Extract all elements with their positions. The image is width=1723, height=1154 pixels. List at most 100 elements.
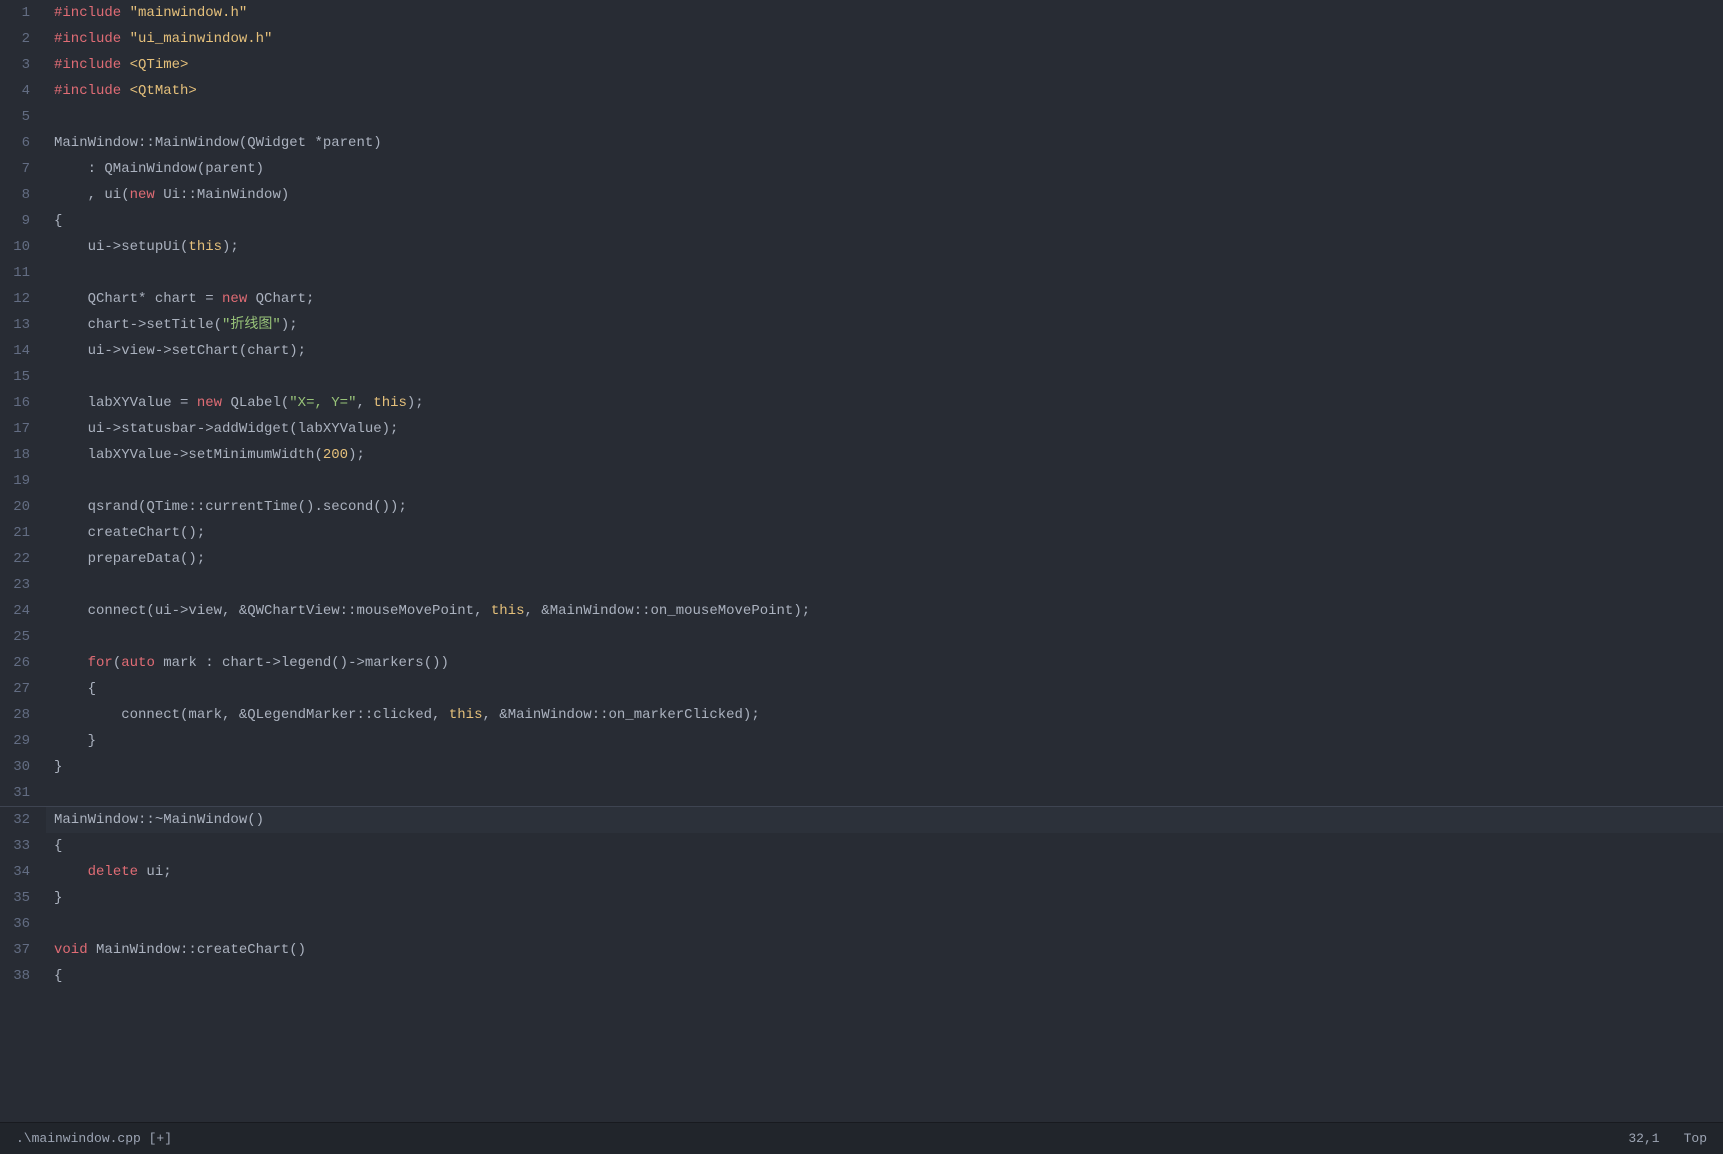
- table-row: 5: [0, 104, 1723, 130]
- code-area[interactable]: 1#include "mainwindow.h"2#include "ui_ma…: [0, 0, 1723, 1122]
- line-content[interactable]: [46, 468, 1723, 494]
- line-number: 24: [0, 598, 46, 624]
- table-row: 19: [0, 468, 1723, 494]
- table-row: 29 }: [0, 728, 1723, 754]
- line-number: 13: [0, 312, 46, 338]
- table-row: 12 QChart* chart = new QChart;: [0, 286, 1723, 312]
- line-number: 31: [0, 780, 46, 806]
- table-row: 17 ui->statusbar->addWidget(labXYValue);: [0, 416, 1723, 442]
- line-content[interactable]: chart->setTitle("折线图");: [46, 312, 1723, 338]
- line-content[interactable]: connect(ui->view, &QWChartView::mouseMov…: [46, 598, 1723, 624]
- line-number: 27: [0, 676, 46, 702]
- table-row: 36: [0, 911, 1723, 937]
- table-row: 3#include <QTime>: [0, 52, 1723, 78]
- line-number: 23: [0, 572, 46, 598]
- line-number: 19: [0, 468, 46, 494]
- line-number: 4: [0, 78, 46, 104]
- line-number: 30: [0, 754, 46, 780]
- line-number: 18: [0, 442, 46, 468]
- line-number: 22: [0, 546, 46, 572]
- line-content[interactable]: connect(mark, &QLegendMarker::clicked, t…: [46, 702, 1723, 728]
- table-row: 26 for(auto mark : chart->legend()->mark…: [0, 650, 1723, 676]
- line-content[interactable]: ui->statusbar->addWidget(labXYValue);: [46, 416, 1723, 442]
- line-number: 29: [0, 728, 46, 754]
- table-row: 4#include <QtMath>: [0, 78, 1723, 104]
- line-content[interactable]: #include "ui_mainwindow.h": [46, 26, 1723, 52]
- line-content[interactable]: qsrand(QTime::currentTime().second());: [46, 494, 1723, 520]
- table-row: 38{: [0, 963, 1723, 989]
- table-row: 8 , ui(new Ui::MainWindow): [0, 182, 1723, 208]
- line-content[interactable]: ui->setupUi(this);: [46, 234, 1723, 260]
- table-row: 1#include "mainwindow.h": [0, 0, 1723, 26]
- table-row: 16 labXYValue = new QLabel("X=, Y=", thi…: [0, 390, 1723, 416]
- table-row: 24 connect(ui->view, &QWChartView::mouse…: [0, 598, 1723, 624]
- line-content[interactable]: #include <QTime>: [46, 52, 1723, 78]
- line-content[interactable]: {: [46, 208, 1723, 234]
- table-row: 18 labXYValue->setMinimumWidth(200);: [0, 442, 1723, 468]
- cursor-position: 32,1: [1628, 1131, 1659, 1146]
- line-content[interactable]: QChart* chart = new QChart;: [46, 286, 1723, 312]
- line-number: 35: [0, 885, 46, 911]
- table-row: 28 connect(mark, &QLegendMarker::clicked…: [0, 702, 1723, 728]
- table-row: 10 ui->setupUi(this);: [0, 234, 1723, 260]
- filename-label: .\mainwindow.cpp [+]: [16, 1131, 172, 1146]
- line-number: 1: [0, 0, 46, 26]
- line-number: 2: [0, 26, 46, 52]
- line-number: 21: [0, 520, 46, 546]
- line-number: 15: [0, 364, 46, 390]
- line-content[interactable]: [46, 364, 1723, 390]
- line-content[interactable]: : QMainWindow(parent): [46, 156, 1723, 182]
- line-number: 33: [0, 833, 46, 859]
- table-row: 2#include "ui_mainwindow.h": [0, 26, 1723, 52]
- line-content[interactable]: }: [46, 885, 1723, 911]
- line-content[interactable]: }: [46, 728, 1723, 754]
- line-content[interactable]: {: [46, 833, 1723, 859]
- line-content[interactable]: ui->view->setChart(chart);: [46, 338, 1723, 364]
- line-content[interactable]: [46, 260, 1723, 286]
- line-content[interactable]: [46, 572, 1723, 598]
- line-content[interactable]: void MainWindow::createChart(): [46, 937, 1723, 963]
- line-number: 3: [0, 52, 46, 78]
- line-number: 7: [0, 156, 46, 182]
- line-content[interactable]: {: [46, 676, 1723, 702]
- table-row: 22 prepareData();: [0, 546, 1723, 572]
- scroll-position: Top: [1684, 1131, 1707, 1146]
- editor-container: 1#include "mainwindow.h"2#include "ui_ma…: [0, 0, 1723, 1154]
- line-content[interactable]: for(auto mark : chart->legend()->markers…: [46, 650, 1723, 676]
- line-content[interactable]: {: [46, 963, 1723, 989]
- table-row: 37void MainWindow::createChart(): [0, 937, 1723, 963]
- line-number: 5: [0, 104, 46, 130]
- line-content[interactable]: }: [46, 754, 1723, 780]
- table-row: 27 {: [0, 676, 1723, 702]
- table-row: 11: [0, 260, 1723, 286]
- table-row: 15: [0, 364, 1723, 390]
- line-number: 11: [0, 260, 46, 286]
- line-content[interactable]: labXYValue = new QLabel("X=, Y=", this);: [46, 390, 1723, 416]
- line-content[interactable]: #include <QtMath>: [46, 78, 1723, 104]
- table-row: 20 qsrand(QTime::currentTime().second())…: [0, 494, 1723, 520]
- line-content[interactable]: [46, 780, 1723, 806]
- line-number: 6: [0, 130, 46, 156]
- line-content[interactable]: MainWindow::~MainWindow(): [46, 807, 1723, 833]
- line-number: 16: [0, 390, 46, 416]
- line-content[interactable]: [46, 104, 1723, 130]
- line-number: 14: [0, 338, 46, 364]
- line-number: 36: [0, 911, 46, 937]
- line-content[interactable]: [46, 911, 1723, 937]
- line-number: 20: [0, 494, 46, 520]
- table-row: 13 chart->setTitle("折线图");: [0, 312, 1723, 338]
- line-number: 26: [0, 650, 46, 676]
- line-content[interactable]: labXYValue->setMinimumWidth(200);: [46, 442, 1723, 468]
- line-content[interactable]: [46, 624, 1723, 650]
- line-content[interactable]: #include "mainwindow.h": [46, 0, 1723, 26]
- line-content[interactable]: delete ui;: [46, 859, 1723, 885]
- status-left: .\mainwindow.cpp [+]: [16, 1131, 172, 1146]
- line-content[interactable]: MainWindow::MainWindow(QWidget *parent): [46, 130, 1723, 156]
- line-content[interactable]: , ui(new Ui::MainWindow): [46, 182, 1723, 208]
- line-content[interactable]: prepareData();: [46, 546, 1723, 572]
- line-number: 8: [0, 182, 46, 208]
- line-number: 32: [0, 807, 46, 833]
- line-number: 10: [0, 234, 46, 260]
- line-content[interactable]: createChart();: [46, 520, 1723, 546]
- line-number: 28: [0, 702, 46, 728]
